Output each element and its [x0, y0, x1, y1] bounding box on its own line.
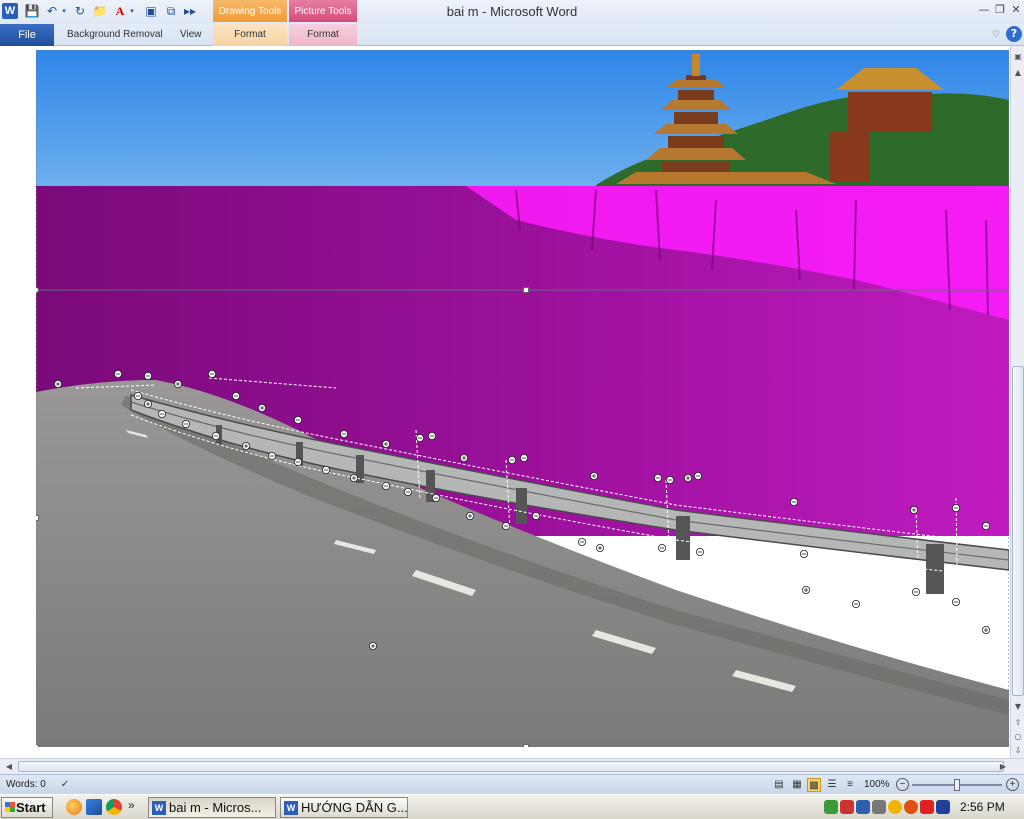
windows-taskbar: Start » W bai m - Micros... W HƯỚNG DẪN …: [0, 794, 1024, 819]
taskbar-word-huong-dan[interactable]: W HƯỚNG DẪN G...: [280, 797, 408, 818]
scroll-left-icon[interactable]: ◀: [2, 760, 16, 773]
word-icon: W: [152, 801, 166, 815]
background-removal-image[interactable]: [36, 50, 1009, 747]
ribbon-collapse-icon[interactable]: ♡: [988, 27, 1004, 43]
antivirus-icon[interactable]: [840, 800, 854, 814]
zoom-in-icon[interactable]: +: [1006, 778, 1019, 791]
quicklaunch-more-icon[interactable]: »: [128, 798, 135, 812]
title-bar: W 💾 ↶ ▾ ↻ 📁 A ▾ ▣ ⧉ ▸▸ Drawing Tools Pic…: [0, 0, 1024, 24]
unikey-icon[interactable]: [856, 800, 870, 814]
vertical-scrollbar[interactable]: ▣ ▲ ▼ ⇧ ○ ⇩: [1010, 46, 1024, 758]
status-bar: Words: 0 ✓ ▤ ▦ ▩ ☰ ≡ 100% − +: [0, 774, 1024, 794]
resize-handle-bottom-left[interactable]: [36, 744, 39, 747]
selected-picture[interactable]: [36, 50, 1009, 747]
minimize-icon[interactable]: —: [976, 2, 992, 18]
clock: 2:56 PM: [960, 800, 1005, 814]
windows-flag-icon: [5, 802, 15, 812]
document-canvas[interactable]: [0, 46, 1010, 758]
full-screen-reading-icon[interactable]: ▦: [790, 778, 804, 792]
tab-drawing-format[interactable]: Format: [213, 24, 287, 46]
horizontal-scroll-thumb[interactable]: [18, 761, 1004, 772]
resize-handle-mid-left[interactable]: [36, 515, 39, 521]
next-page-icon[interactable]: ⇩: [1012, 744, 1024, 758]
resize-handle-bottom[interactable]: [523, 744, 529, 747]
window-title: bai m - Microsoft Word: [446, 4, 578, 19]
help-icon[interactable]: ?: [1006, 26, 1022, 42]
tab-background-removal[interactable]: Background Removal: [67, 24, 163, 46]
word-icon: W: [284, 801, 298, 815]
tab-picture-format[interactable]: Format: [289, 24, 357, 46]
scroll-up-icon[interactable]: ▲: [1012, 66, 1024, 80]
start-label: Start: [16, 800, 46, 815]
scroll-right-icon[interactable]: ▶: [996, 760, 1010, 773]
taskbar-task-label: bai m - Micros...: [169, 800, 262, 815]
taskbar-word-bai-m[interactable]: W bai m - Micros...: [148, 797, 276, 818]
quicklaunch-app-icon[interactable]: [86, 799, 102, 815]
browse-object-icon[interactable]: ○: [1012, 730, 1024, 744]
previous-page-icon[interactable]: ⇧: [1012, 716, 1024, 730]
print-layout-icon[interactable]: ▤: [772, 778, 786, 792]
system-tray: [820, 797, 950, 818]
resize-handle-top[interactable]: [523, 287, 529, 293]
tab-file[interactable]: File: [0, 24, 54, 46]
update-icon[interactable]: [888, 800, 902, 814]
web-layout-icon[interactable]: ▩: [807, 778, 821, 792]
firefox-icon[interactable]: [66, 799, 82, 815]
ribbon-tabs: File Background Removal View Format Form…: [0, 24, 1024, 46]
draft-icon[interactable]: ≡: [843, 778, 857, 792]
outline-icon[interactable]: ☰: [825, 778, 839, 792]
volume-icon[interactable]: [872, 800, 886, 814]
word-count[interactable]: Words: 0: [6, 779, 46, 790]
close-icon[interactable]: ✕: [1008, 2, 1024, 18]
proofing-icon[interactable]: ✓: [58, 778, 72, 792]
horizontal-scrollbar[interactable]: ◀ ▶: [0, 758, 1024, 774]
browser-tray-icon[interactable]: [904, 800, 918, 814]
network-icon[interactable]: [824, 800, 838, 814]
restore-icon[interactable]: ❐: [992, 2, 1008, 18]
scroll-down-icon[interactable]: ▼: [1012, 700, 1024, 714]
chrome-icon[interactable]: [106, 799, 122, 815]
taskbar-task-label: HƯỚNG DẪN G...: [301, 800, 408, 815]
ruler-toggle-icon[interactable]: ▣: [1012, 50, 1024, 64]
zoom-level[interactable]: 100%: [864, 779, 890, 790]
tab-view[interactable]: View: [180, 24, 202, 46]
zoom-out-icon[interactable]: −: [896, 778, 909, 791]
display-icon[interactable]: [936, 800, 950, 814]
start-button[interactable]: Start: [1, 797, 53, 818]
zoom-slider-knob[interactable]: [954, 779, 960, 791]
vietkey-icon[interactable]: [920, 800, 934, 814]
vertical-scroll-thumb[interactable]: [1012, 366, 1024, 696]
